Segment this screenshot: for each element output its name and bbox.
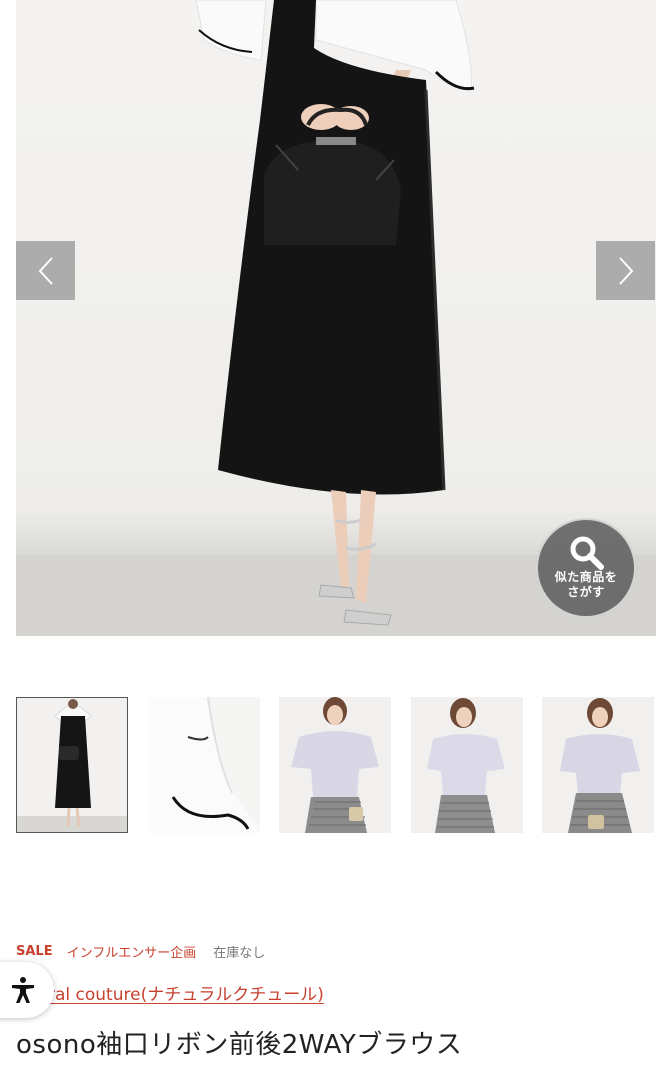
find-similar-label-1: 似た商品を <box>554 570 618 584</box>
search-icon <box>570 536 604 570</box>
thumbnail-4[interactable] <box>411 697 523 833</box>
thumbnail-3[interactable] <box>279 697 391 833</box>
thumbnail-4-image <box>411 697 523 833</box>
chevron-left-icon <box>38 256 53 285</box>
sale-badge: SALE <box>16 943 53 959</box>
product-title: osono袖口リボン前後2WAYブラウス <box>16 1030 463 1060</box>
thumbnail-2[interactable] <box>148 697 260 833</box>
accessibility-icon <box>12 977 34 1003</box>
chevron-right-icon <box>618 256 633 285</box>
find-similar-label-2: さがす <box>567 585 605 599</box>
gallery-next-button[interactable] <box>596 241 655 300</box>
thumbnail-1[interactable] <box>16 697 128 833</box>
thumbnail-1-image <box>17 698 127 832</box>
thumbnail-strip <box>16 697 656 833</box>
accessibility-button[interactable] <box>0 962 54 1018</box>
gallery-prev-button[interactable] <box>16 241 75 300</box>
influencer-badge: インフルエンサー企画 <box>66 945 197 961</box>
stock-status: 在庫なし <box>213 945 266 961</box>
thumbnail-5[interactable] <box>542 697 654 833</box>
thumbnail-3-image <box>279 697 391 833</box>
brand-link[interactable]: ral couture(ナチュラルクチュール) <box>48 980 324 1005</box>
thumbnail-2-image <box>148 697 260 833</box>
find-similar-button[interactable]: 似た商品を さがす <box>536 518 636 618</box>
product-tags: SALE インフルエンサー企画 在庫なし <box>16 942 266 961</box>
thumbnail-5-image <box>542 697 654 833</box>
